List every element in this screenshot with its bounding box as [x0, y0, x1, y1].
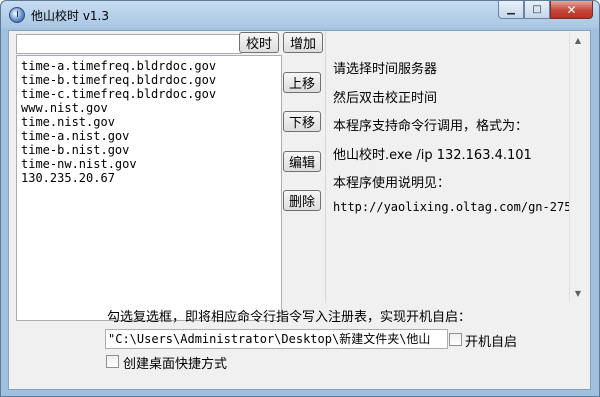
shortcut-label: 创建桌面快捷方式 — [123, 357, 228, 372]
sync-button[interactable]: 校时 — [239, 32, 279, 53]
command-path-field[interactable]: "C:\Users\Administrator\Desktop\新建文件夹\他山 — [105, 329, 448, 349]
info-line-4: 他山校时.exe /ip 132.163.4.101 — [333, 148, 532, 163]
app-window: 他山校时 v1.3 ▁ □ ✕ 校时 增加 time-a.timefreq.bl… — [0, 0, 600, 397]
list-item[interactable]: time-a.nist.gov — [21, 129, 281, 143]
info-line-2: 然后双击校正时间 — [333, 91, 438, 106]
move-down-button[interactable]: 下移 — [283, 111, 321, 132]
info-line-5: 本程序使用说明见： — [333, 176, 451, 191]
server-list[interactable]: time-a.timefreq.bldrdoc.gov time-b.timef… — [16, 55, 282, 321]
maximize-button[interactable]: □ — [524, 1, 550, 19]
autostart-checkbox[interactable] — [449, 333, 462, 346]
info-panel: 请选择时间服务器 然后双击校正时间 本程序支持命令行调用，格式为： 他山校时.e… — [325, 31, 587, 303]
server-input[interactable] — [16, 34, 242, 54]
scroll-down-icon[interactable]: ▼ — [570, 285, 586, 302]
window-title: 他山校时 v1.3 — [31, 9, 110, 23]
list-item[interactable]: time-a.timefreq.bldrdoc.gov — [21, 59, 281, 73]
list-item[interactable]: time-b.nist.gov — [21, 143, 281, 157]
close-button[interactable]: ✕ — [550, 1, 593, 19]
info-line-1: 请选择时间服务器 — [333, 62, 438, 77]
scroll-up-icon[interactable]: ▲ — [570, 32, 586, 49]
autostart-hint: 勾选复选框，即将相应命令行指令写入注册表，实现开机自启： — [107, 310, 472, 325]
list-item[interactable]: time-nw.nist.gov — [21, 157, 281, 171]
list-item[interactable]: www.nist.gov — [21, 101, 281, 115]
shortcut-checkbox[interactable] — [106, 355, 119, 368]
list-item[interactable]: 130.235.20.67 — [21, 171, 281, 185]
autostart-label: 开机自启 — [465, 335, 518, 350]
info-line-3: 本程序支持命令行调用，格式为： — [333, 119, 529, 134]
clock-icon — [9, 7, 25, 23]
add-button[interactable]: 增加 — [283, 32, 323, 53]
client-area: 校时 增加 time-a.timefreq.bldrdoc.gov time-b… — [8, 30, 591, 390]
vertical-scrollbar[interactable]: ▲ ▼ — [569, 32, 586, 302]
list-item[interactable]: time-c.timefreq.bldrdoc.gov — [21, 87, 281, 101]
edit-button[interactable]: 编辑 — [283, 151, 321, 172]
title-bar[interactable]: 他山校时 v1.3 ▁ □ ✕ — [1, 1, 599, 28]
list-item[interactable]: time.nist.gov — [21, 115, 281, 129]
minimize-button[interactable]: ▁ — [498, 1, 524, 19]
help-url[interactable]: http://yaolixing.oltag.com/gn-275 — [333, 200, 571, 214]
delete-button[interactable]: 删除 — [283, 190, 321, 211]
window-controls: ▁ □ ✕ — [498, 1, 593, 19]
list-item[interactable]: time-b.timefreq.bldrdoc.gov — [21, 73, 281, 87]
move-up-button[interactable]: 上移 — [283, 72, 321, 93]
